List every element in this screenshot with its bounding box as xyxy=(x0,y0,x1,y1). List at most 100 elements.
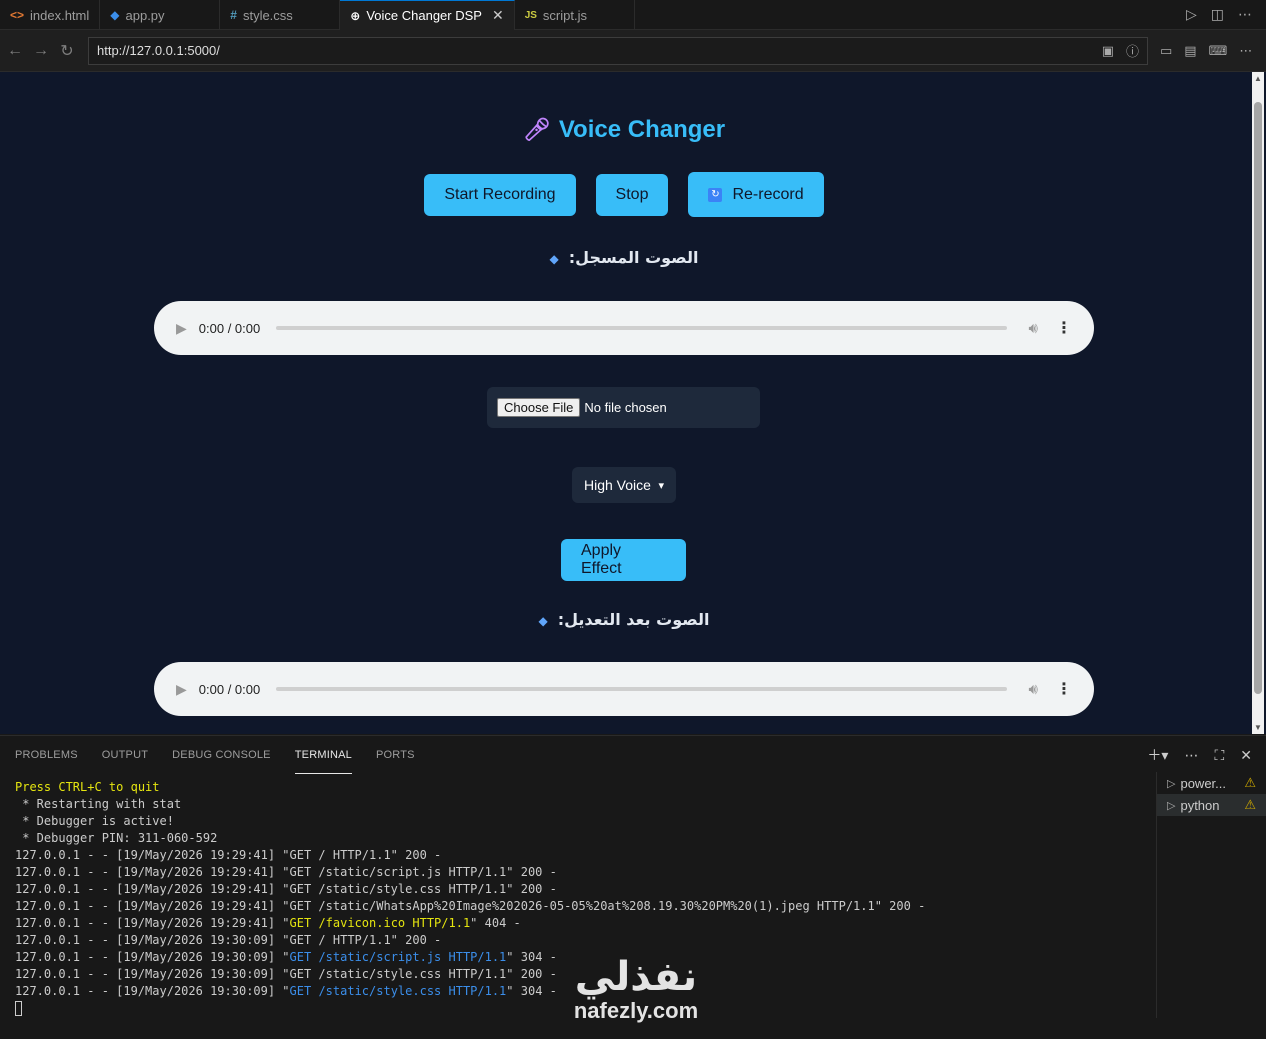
close-icon[interactable]: ✕ xyxy=(492,7,504,24)
reload-icon[interactable]: ↻ xyxy=(54,41,80,61)
terminal-line: 127.0.0.1 - - [19/May/2026 19:30:09] "GE… xyxy=(15,933,442,947)
terminal-item-python[interactable]: ▷ python ⚠ xyxy=(1157,794,1266,816)
terminal-line: * Debugger PIN: 311-060-592 xyxy=(15,831,218,845)
chevron-down-icon: ▾ xyxy=(658,479,664,492)
effect-select[interactable]: High Voice ▾ xyxy=(572,467,676,503)
choose-file-button[interactable]: Choose File xyxy=(497,398,581,417)
browser-actions: ▭ ▤ ⌨ ⋯ xyxy=(1160,43,1252,59)
tab-label: script.js xyxy=(542,7,587,23)
terminal-icon[interactable]: ⌨ xyxy=(1209,43,1228,59)
terminal-line: 127.0.0.1 - - [19/May/2026 19:30:09] "GE… xyxy=(15,984,557,998)
bottom-panel: PROBLEMS OUTPUT DEBUG CONSOLE TERMINAL P… xyxy=(0,735,1266,1039)
tab-label: app.py xyxy=(125,7,165,23)
globe-icon: ⊕ xyxy=(350,8,361,23)
diamond-icon: ◆ xyxy=(549,252,559,266)
tab-actions: ▷ ◫ ⋯ xyxy=(1186,0,1266,29)
processed-audio-player[interactable]: ▶ 0:00 / 0:00 🔊︎ ⋮ xyxy=(154,662,1094,716)
apply-effect-button[interactable]: Apply Effect xyxy=(561,539,686,581)
tab-style-css[interactable]: # style.css xyxy=(220,0,341,30)
terminal-line: 127.0.0.1 - - [19/May/2026 19:29:41] "GE… xyxy=(15,882,557,896)
volume-icon[interactable]: 🔊︎ xyxy=(1029,320,1038,337)
forward-arrow-icon[interactable]: → xyxy=(28,42,54,60)
audio-time: 0:00 / 0:00 xyxy=(198,681,261,697)
split-editor-icon[interactable]: ◫ xyxy=(1211,6,1224,23)
rerecord-button[interactable]: ↻ Re-record xyxy=(688,172,824,217)
terminal-line: * Restarting with stat xyxy=(15,797,182,811)
page-scrollbar[interactable]: ▲ ▼ xyxy=(1252,72,1264,734)
tab-ports[interactable]: PORTS xyxy=(376,736,415,774)
more-icon[interactable]: ⋯ xyxy=(1238,6,1252,23)
recorded-audio-label: ◆ الصوت المسجل: xyxy=(549,248,699,267)
warning-icon: ⚠ xyxy=(1244,775,1256,790)
url-input[interactable]: http://127.0.0.1:5000/ ▣ ⓘ xyxy=(88,36,1148,65)
terminal-item-powershell[interactable]: ▷ power... ⚠ xyxy=(1157,772,1266,794)
tab-label: Voice Changer DSP xyxy=(366,8,482,23)
more-icon[interactable]: ⋯ xyxy=(1239,43,1252,59)
cast-icon[interactable]: ▭ xyxy=(1160,43,1172,59)
panel-actions: ＋▾ ⋯ ⛶ ✕ xyxy=(1147,736,1252,774)
stop-button[interactable]: Stop xyxy=(595,174,669,216)
terminal-line: 127.0.0.1 - - [19/May/2026 19:29:41] "GE… xyxy=(15,899,926,913)
html-file-icon: <> xyxy=(10,8,25,22)
page-viewport: 🎤︎ Voice Changer Start Recording Stop ↻ R… xyxy=(0,72,1266,734)
new-terminal-icon[interactable]: ＋▾ xyxy=(1147,745,1168,765)
scroll-up-icon[interactable]: ▲ xyxy=(1254,74,1262,83)
terminal-line: 127.0.0.1 - - [19/May/2026 19:29:41] "GE… xyxy=(15,916,521,930)
info-icon[interactable]: ⓘ xyxy=(1126,41,1139,60)
recorded-audio-player[interactable]: ▶ 0:00 / 0:00 🔊︎ ⋮ xyxy=(154,301,1094,355)
document-icon[interactable]: ▤ xyxy=(1184,43,1196,59)
run-icon[interactable]: ▷ xyxy=(1186,6,1197,23)
start-recording-button[interactable]: Start Recording xyxy=(424,174,576,216)
tab-output[interactable]: OUTPUT xyxy=(102,736,148,774)
terminal-cursor-line xyxy=(15,1000,1145,1017)
terminal-list: ▷ power... ⚠ ▷ python ⚠ xyxy=(1156,772,1266,1018)
tab-app-py[interactable]: ◆ app.py xyxy=(100,0,221,30)
tab-problems[interactable]: PROBLEMS xyxy=(15,736,78,774)
play-icon[interactable]: ▶ xyxy=(176,320,187,337)
scrollbar-thumb[interactable] xyxy=(1254,102,1262,694)
tab-debug-console[interactable]: DEBUG CONSOLE xyxy=(172,736,271,774)
terminal-cursor xyxy=(15,1001,22,1016)
play-icon[interactable]: ▶ xyxy=(176,681,187,698)
back-arrow-icon[interactable]: ← xyxy=(2,42,28,60)
audio-time: 0:00 / 0:00 xyxy=(198,320,261,336)
more-icon[interactable]: ⋯ xyxy=(1184,747,1198,764)
python-file-icon: ◆ xyxy=(110,8,120,22)
terminal-line: 127.0.0.1 - - [19/May/2026 19:30:09] "GE… xyxy=(15,967,557,981)
microphone-icon: 🎤︎ xyxy=(522,117,551,142)
close-icon[interactable]: ✕ xyxy=(1240,747,1252,764)
processed-audio-label: ◆ الصوت بعد التعديل: xyxy=(538,610,710,629)
terminal-line: 127.0.0.1 - - [19/May/2026 19:29:41] "GE… xyxy=(15,848,442,862)
file-upload: Choose File No file chosen xyxy=(487,387,760,428)
maximize-icon[interactable]: ⛶ xyxy=(1214,747,1224,764)
tab-index-html[interactable]: <> index.html xyxy=(0,0,101,30)
scroll-down-icon[interactable]: ▼ xyxy=(1254,723,1262,732)
tab-script-js[interactable]: JS script.js xyxy=(515,0,635,30)
terminal-line: 127.0.0.1 - - [19/May/2026 19:30:09] "GE… xyxy=(15,950,557,964)
file-status: No file chosen xyxy=(584,400,667,415)
terminal-line: * Debugger is active! xyxy=(15,814,174,828)
css-file-icon: # xyxy=(230,8,237,22)
panel-tabs: PROBLEMS OUTPUT DEBUG CONSOLE TERMINAL P… xyxy=(0,736,415,774)
effect-selected: High Voice xyxy=(584,477,651,493)
audio-progress-track[interactable] xyxy=(276,687,1007,691)
js-file-icon: JS xyxy=(524,9,537,21)
more-vertical-icon[interactable]: ⋮ xyxy=(1056,679,1072,699)
audio-progress-track[interactable] xyxy=(276,326,1007,330)
volume-icon[interactable]: 🔊︎ xyxy=(1029,681,1038,698)
terminal-line: Press CTRL+C to quit xyxy=(15,780,160,794)
browser-navbar: ← → ↻ http://127.0.0.1:5000/ ▣ ⓘ ▭ ▤ ⌨ ⋯ xyxy=(0,30,1266,72)
rerecord-label: Re-record xyxy=(732,185,804,203)
more-vertical-icon[interactable]: ⋮ xyxy=(1056,318,1072,338)
page-title: 🎤︎ Voice Changer xyxy=(522,116,726,143)
terminal-icon: ▷ xyxy=(1167,777,1176,790)
url-text: http://127.0.0.1:5000/ xyxy=(97,43,220,58)
tab-label: index.html xyxy=(30,7,90,23)
terminal-line: 127.0.0.1 - - [19/May/2026 19:29:41] "GE… xyxy=(15,865,557,879)
tab-voice-changer-dsp[interactable]: ⊕ Voice Changer DSP ✕ xyxy=(340,0,515,30)
terminal-icon: ▷ xyxy=(1167,799,1176,812)
terminal-output[interactable]: Press CTRL+C to quit * Restarting with s… xyxy=(15,779,1145,1017)
tab-terminal[interactable]: TERMINAL xyxy=(294,744,352,774)
screencast-icon[interactable]: ▣ xyxy=(1102,43,1114,59)
diamond-icon: ◆ xyxy=(538,614,548,628)
